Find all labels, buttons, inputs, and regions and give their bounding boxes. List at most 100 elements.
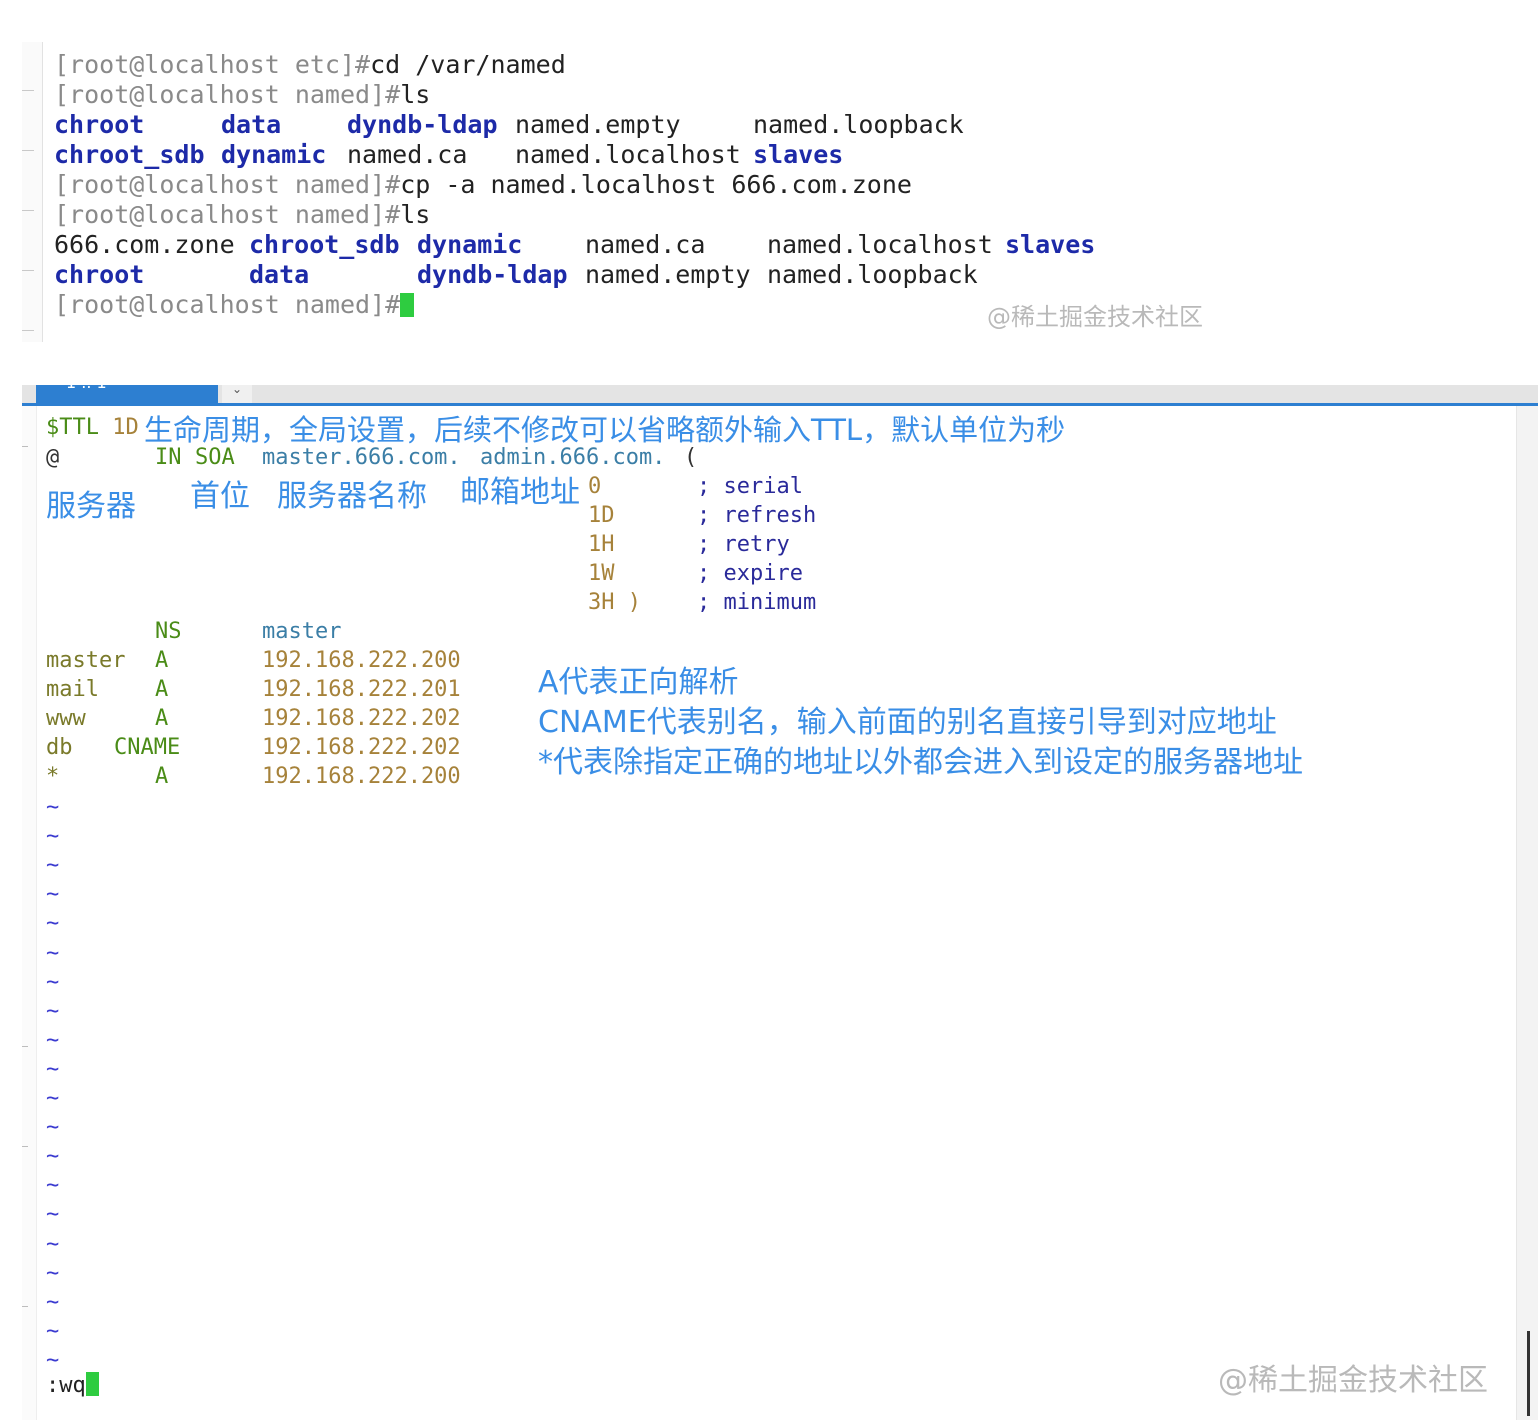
ls-entry-dir: chroot_sdb [54,140,205,169]
ls-entry-dir: slaves [1005,230,1096,259]
shell-prompt: [root@localhost named]# [54,200,401,229]
terminal-line: [root@localhost named]#cp -a named.local… [54,170,912,200]
record-name: www [46,706,86,731]
annotation-a-record: A代表正向解析 [538,665,739,700]
shell-command: cp -a named.localhost 666.com.zone [400,170,912,199]
record-type: A [155,677,169,702]
ls-entry-file: named.empty [585,260,751,289]
soa-refresh-value: 1D [588,503,615,528]
tilde-line: ~ [46,1173,60,1199]
record-type: A [155,764,169,789]
ls-entry-dir: dyndb-ldap [417,260,568,289]
soa-retry-value: 1H [588,532,615,557]
tilde-line: ~ [46,1027,60,1053]
tilde-line: ~ [46,1260,60,1286]
shell-prompt: [root@localhost named]# [54,290,401,319]
shell-prompt: [root@localhost named]# [54,80,401,109]
shell-command: cd /var/named [370,50,566,79]
record-name: master [46,648,126,673]
soa-minimum-comment: ; minimum [697,590,817,615]
terminal-line: [root@localhost named]#ls [54,80,430,110]
annotation-server: 服务器 [46,489,136,524]
terminal-line[interactable]: [root@localhost named]# [54,290,415,320]
ls-entry-dir: dyndb-ldap [347,110,498,139]
tab-label-fragment: 1 .. 1 [66,385,107,392]
tilde-line: ~ [46,1318,60,1344]
ls-entry-dir: data [249,260,310,289]
ls-entry-file: named.loopback [767,260,978,289]
record-value: 192.168.222.202 [262,735,461,760]
soa-retry-comment: ; retry [697,532,790,557]
soa-refresh-comment: ; refresh [697,503,817,528]
vim-command-line[interactable]: :wq [46,1372,99,1398]
record-value: master [262,619,342,644]
watermark: @稀土掘金技术社区 [987,303,1203,331]
vim-cursor [85,1372,99,1396]
editor-left-gutter [22,406,37,1420]
tilde-line: ~ [46,1202,60,1228]
tilde-line: ~ [46,1056,60,1082]
terminal-gutter [22,42,43,342]
tilde-line: ~ [46,969,60,995]
record-type: NS [155,619,182,644]
annotation-wildcard: *代表除指定正确的地址以外都会进入到设定的服务器地址 [538,745,1303,780]
ttl-directive: $TTL 1D [46,413,139,442]
annotation-first: 首位 [190,479,250,514]
ls-entry-file: named.loopback [753,110,964,139]
tilde-line: ~ [46,1347,60,1373]
record-name: mail [46,677,99,702]
tilde-line: ~ [46,882,60,908]
ls-entry-dir: chroot_sdb [249,230,400,259]
ls-entry-dir: chroot [54,110,145,139]
terminal-cursor [400,293,415,317]
ls-entry-dir: dynamic [417,230,523,259]
record-value: 192.168.222.201 [262,677,461,702]
ls-entry-file: named.empty [515,110,681,139]
soa-in: IN [155,445,182,470]
ls-entry-file: named.ca [585,230,706,259]
soa-open-paren: ( [684,445,698,470]
record-type: A [155,648,169,673]
ls-entry-dir: data [221,110,282,139]
record-value: 192.168.222.202 [262,706,461,731]
tilde-line: ~ [46,1115,60,1141]
record-value: 192.168.222.200 [262,648,461,673]
record-name: db [46,735,73,760]
terminal-line: [root@localhost named]#ls [54,200,430,230]
tilde-line: ~ [46,911,60,937]
tilde-line: ~ [46,1086,60,1111]
editor-tab-bar: 1 .. 1 ⌄ [22,383,1538,406]
record-type: A [155,706,169,731]
tilde-line: ~ [46,824,60,850]
tilde-line: ~ [46,795,60,820]
ls-entry-dir: chroot [54,260,145,289]
ls-entry-dir: slaves [753,140,844,169]
terminal-window: [root@localhost etc]#cd /var/named [root… [22,42,1538,342]
shell-prompt: [root@localhost named]# [54,170,401,199]
ls-entry-file: named.localhost [767,230,993,259]
ttl-keyword: $TTL [46,415,99,440]
tab-add-button[interactable]: ⌄ [222,383,252,403]
ls-entry-dir: dynamic [221,140,327,169]
soa-serial-comment: ; serial [697,474,803,499]
tilde-line: ~ [46,1231,60,1257]
soa-serial-value: 0 [588,474,602,499]
shell-command: ls [400,200,431,229]
soa-minimum-value: 3H ) [588,590,641,615]
record-type: CNAME [114,735,181,760]
editor-tab-active[interactable]: 1 .. 1 [36,385,218,403]
soa-expire-comment: ; expire [697,561,803,586]
scrollbar-thumb[interactable] [1527,1331,1530,1416]
tilde-line: ~ [46,1144,60,1170]
tilde-line: ~ [46,1289,60,1315]
editor-scrollbar[interactable] [1516,406,1538,1420]
ls-entry-file: named.ca [347,140,468,169]
record-name: * [46,764,60,789]
watermark: @稀土掘金技术社区 [1218,1363,1488,1398]
annotation-server-name: 服务器名称 [277,479,427,514]
ttl-value: 1D [112,415,139,440]
tilde-line: ~ [46,998,60,1024]
ls-entry-file: 666.com.zone [54,230,235,259]
annotation-email: 邮箱地址 [460,475,580,510]
vim-editor-window: 1 .. 1 ⌄ $TTL 1D 生命周期，全局设置，后续不修改可以省略额外输入… [22,383,1538,1420]
